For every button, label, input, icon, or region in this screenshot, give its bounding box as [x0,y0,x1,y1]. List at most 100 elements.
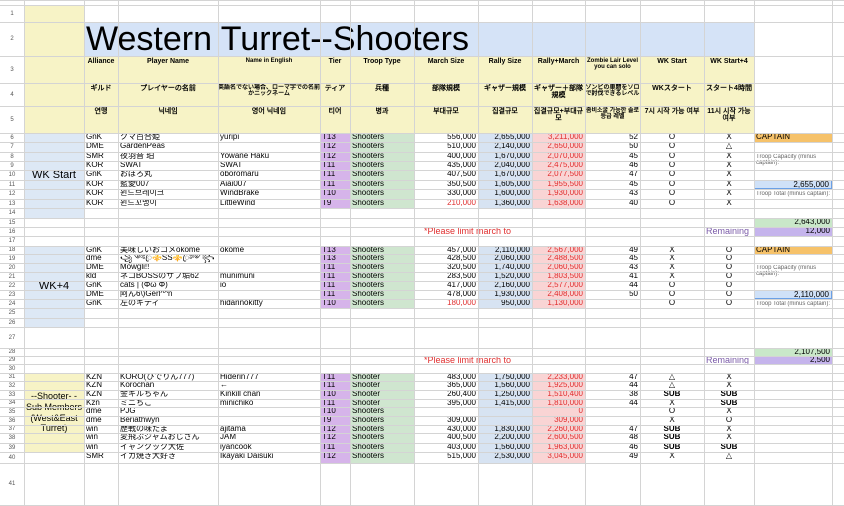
data-cell[interactable]: hidarinokitty [218,299,320,308]
data-cell[interactable]: GardenPeas [118,142,218,152]
data-cell[interactable]: 400,000 [414,152,478,161]
row-number[interactable]: 14 [0,210,24,216]
data-cell[interactable]: SMR [84,452,118,463]
data-cell[interactable]: 2,655,000 [478,133,532,142]
data-cell[interactable]: KOR [84,199,118,208]
data-cell[interactable]: Yowane Haku [218,152,320,161]
data-cell[interactable]: おぼろ丸 [118,170,218,180]
data-cell[interactable] [218,142,320,152]
data-cell[interactable]: 左のキティ [118,299,218,308]
data-cell[interactable]: 1,250,000 [478,390,532,399]
data-cell[interactable]: X [704,170,754,180]
data-cell[interactable]: O [640,133,704,142]
column-header[interactable]: WK Start [640,56,704,83]
data-cell[interactable]: T12 [320,152,350,161]
data-cell[interactable]: T11 [320,373,350,381]
data-cell[interactable]: △ [704,142,754,152]
data-cell[interactable]: Shooters [350,263,414,272]
data-cell[interactable]: Shooters [350,416,414,425]
data-cell[interactable]: O [640,299,704,308]
data-cell[interactable]: T12 [320,142,350,152]
row-number[interactable]: 2 [0,36,24,42]
data-cell[interactable] [218,263,320,272]
row-number[interactable]: 20 [0,265,24,271]
data-cell[interactable]: △ [640,381,704,390]
data-cell[interactable]: T10 [320,407,350,416]
data-cell[interactable]: 350,500 [414,180,478,189]
row-number[interactable]: 34 [0,400,24,406]
data-cell[interactable]: 428,500 [414,254,478,263]
data-cell[interactable]: oboromaru [218,170,320,180]
data-cell[interactable]: SUB [704,443,754,452]
data-cell[interactable]: O [640,407,704,416]
data-cell[interactable]: T10 [320,390,350,399]
data-cell[interactable]: X [704,189,754,199]
data-cell[interactable]: 3,211,000 [532,133,585,142]
data-cell[interactable]: T11 [320,161,350,170]
troop-capacity-value[interactable]: 2,110,000 [754,290,832,299]
row-number[interactable]: 4 [0,92,24,98]
data-cell[interactable]: 2,040,000 [478,161,532,170]
data-cell[interactable]: 2,233,000 [532,373,585,381]
data-cell[interactable]: Beriathwyn [118,416,218,425]
data-cell[interactable]: SWAT [218,161,320,170]
data-cell[interactable]: 320,500 [414,263,478,272]
data-cell[interactable]: Shooters [350,452,414,463]
data-cell[interactable]: Shooters [350,443,414,452]
data-cell[interactable]: 変飛ぶジャムおじさん [118,433,218,443]
data-cell[interactable]: Shooters [350,254,414,263]
data-cell[interactable]: 430,000 [414,425,478,433]
data-cell[interactable]: 윈드브레이크 [118,189,218,199]
data-cell[interactable]: Shooters [350,142,414,152]
data-cell[interactable]: X [704,433,754,443]
column-header[interactable]: Zombie Lair Level you can solo [585,56,640,83]
data-cell[interactable]: 44 [585,381,640,390]
data-cell[interactable]: 1,925,000 [532,381,585,390]
data-cell[interactable]: 41 [585,272,640,281]
data-cell[interactable]: 950,000 [478,299,532,308]
row-number[interactable]: 16 [0,229,24,235]
data-cell[interactable]: Shooters [350,272,414,281]
row-number[interactable]: 11 [0,182,24,188]
data-cell[interactable]: 2,475,000 [532,161,585,170]
group-label[interactable]: WK Start [24,133,84,218]
data-cell[interactable]: 1,130,000 [532,299,585,308]
data-cell[interactable]: イャンクック大佐 [118,443,218,452]
data-cell[interactable]: 417,000 [414,281,478,290]
row-number[interactable]: 1 [0,11,24,17]
row-number[interactable]: 24 [0,301,24,307]
data-cell[interactable]: SWAT [118,161,218,170]
row-number[interactable]: 33 [0,392,24,398]
data-cell[interactable]: 1,360,000 [478,199,532,208]
data-cell[interactable]: GnK [84,170,118,180]
data-cell[interactable]: X [640,416,704,425]
data-cell[interactable]: 40 [585,199,640,208]
data-cell[interactable]: Shooters [350,170,414,180]
data-cell[interactable]: KOR [84,161,118,170]
data-cell[interactable]: X [704,161,754,170]
data-cell[interactable]: Shooters [350,199,414,208]
column-header[interactable]: Alliance [84,56,118,83]
column-header[interactable]: 부대규모 [414,106,478,133]
data-cell[interactable]: 2,110,000 [478,246,532,254]
data-cell[interactable]: △ [704,452,754,463]
data-cell[interactable]: T11 [320,180,350,189]
data-cell[interactable]: win [84,433,118,443]
data-cell[interactable]: WindBrake [218,189,320,199]
data-cell[interactable]: 1,955,500 [532,180,585,189]
data-cell[interactable]: Shooters [350,425,414,433]
data-cell[interactable]: X [640,246,704,254]
data-cell[interactable]: 45 [585,180,640,189]
column-header[interactable]: プレイヤーの名前 [118,83,218,106]
data-cell[interactable]: SMR [84,152,118,161]
data-cell[interactable]: Shooter [350,390,414,399]
data-cell[interactable]: GnK [84,299,118,308]
data-cell[interactable]: 47 [585,170,640,180]
data-cell[interactable]: Shooters [350,290,414,299]
row-number[interactable]: 3 [0,67,24,73]
column-header[interactable]: Player Name [118,56,218,83]
row-number[interactable]: 7 [0,144,24,150]
data-cell[interactable]: Kzn [84,399,118,407]
data-cell[interactable]: 403,000 [414,443,478,452]
column-header[interactable]: 영어 닉네임 [218,106,320,133]
